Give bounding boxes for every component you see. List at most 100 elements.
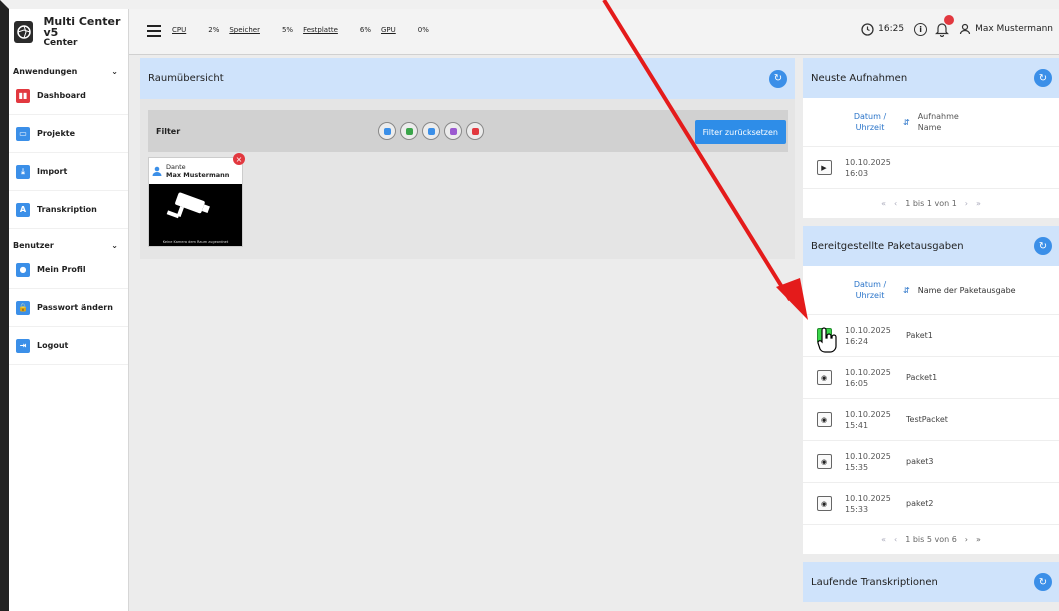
filter-bar: Filter Filter zurücksetzen <box>148 110 788 152</box>
table-row[interactable]: ▶ 10.10.2025 16:03 <box>803 146 1059 188</box>
stat-item: Festplatte 6% <box>303 26 381 34</box>
filter-icons <box>378 122 484 140</box>
sidebar: Anwendungen ⌄ ▮▮ Dashboard ▭ Projekte ⤓ Import A… <box>9 55 129 611</box>
sort-icon[interactable]: ⇵ <box>903 286 910 295</box>
table-row[interactable]: ◉ 10.10.2025 15:33 paket2 <box>803 482 1059 524</box>
table-row[interactable]: ◉ 10.10.2025 15:41 TestPacket <box>803 398 1059 440</box>
row-date: 10.10.2025 15:35 <box>845 451 900 473</box>
column-date-header[interactable]: Datum / Uhrzeit <box>845 111 895 133</box>
refresh-icon[interactable]: ↻ <box>1034 69 1052 87</box>
section-title: Benutzer <box>13 240 54 250</box>
view-icon[interactable]: ◉ <box>816 496 832 511</box>
row-date: 10.10.2025 15:33 <box>845 493 900 515</box>
row-name: paket3 <box>906 457 934 466</box>
table-row[interactable]: ◉ 10.10.2025 15:35 paket3 <box>803 440 1059 482</box>
person-icon <box>152 166 162 176</box>
row-date: 10.10.2025 15:41 <box>845 409 900 431</box>
sidebar-section-header[interactable]: Benutzer ⌄ <box>9 229 128 251</box>
row-name: paket2 <box>906 499 934 508</box>
sidebar-item-transkription[interactable]: A Transkription <box>9 191 128 229</box>
sidebar-item-projekte[interactable]: ▭ Projekte <box>9 115 128 153</box>
table-row[interactable]: ◉ 10.10.2025 16:05 Packet1 <box>803 356 1059 398</box>
row-date-day: 10.10.2025 <box>845 493 891 503</box>
stat-label[interactable]: CPU <box>172 26 186 34</box>
row-action-cell: ◉ <box>803 412 845 427</box>
play-icon[interactable]: ▶ <box>816 160 832 175</box>
user-menu[interactable]: Max Mustermann <box>959 23 1053 35</box>
first-page-button[interactable]: « <box>881 199 886 208</box>
sidebar-section-header[interactable]: Anwendungen ⌄ <box>9 55 128 77</box>
sidebar-item-label: Dashboard <box>37 91 86 100</box>
refresh-icon[interactable]: ↻ <box>1034 237 1052 255</box>
brand[interactable]: Multi Center v5 Center <box>9 9 129 55</box>
sidebar-item-mein-profil[interactable]: ● Mein Profil <box>9 251 128 289</box>
last-page-button[interactable]: » <box>976 535 981 544</box>
clock-icon <box>861 22 874 36</box>
nav-icon: 🔒 <box>16 300 30 315</box>
chevron-down-icon: ⌄ <box>111 66 118 76</box>
row-action-cell: ◉ <box>803 370 845 385</box>
filter-toggle-icon[interactable] <box>400 122 418 140</box>
pager-text: 1 bis 1 von 1 <box>905 199 957 208</box>
column-name-header[interactable]: Aufnahme Name <box>918 111 968 133</box>
filter-toggle-icon[interactable] <box>378 122 396 140</box>
filter-reset-button[interactable]: Filter zurücksetzen <box>694 120 786 144</box>
row-action-cell: ◉ <box>803 454 845 469</box>
stat-label[interactable]: Festplatte <box>303 26 338 34</box>
notification-badge <box>944 15 955 25</box>
row-date-day: 10.10.2025 <box>845 157 891 167</box>
row-date-time: 15:35 <box>845 462 869 472</box>
prev-page-button[interactable]: ‹ <box>894 535 897 544</box>
sidebar-item-import[interactable]: ⤓ Import <box>9 153 128 191</box>
row-date-time: 16:05 <box>845 378 869 388</box>
column-date-header[interactable]: Datum / Uhrzeit <box>845 279 895 301</box>
row-action-cell: ◉ <box>803 328 845 343</box>
sidebar-item-label: Projekte <box>37 129 76 138</box>
packages-header: Bereitgestellte Paketausgaben ↻ <box>803 226 1059 266</box>
sidebar-item-dashboard[interactable]: ▮▮ Dashboard <box>9 77 128 115</box>
stat-label[interactable]: GPU <box>381 26 396 34</box>
sidebar-item-passwort-ändern[interactable]: 🔒 Passwort ändern <box>9 289 128 327</box>
column-name-header[interactable]: Name der Paketausgabe <box>918 286 1016 295</box>
filter-toggle-icon[interactable] <box>466 122 484 140</box>
filter-toggle-icon[interactable] <box>444 122 462 140</box>
next-page-button[interactable]: › <box>965 535 968 544</box>
packages-table-header: Datum / Uhrzeit ⇵ Name der Paketausgabe <box>803 266 1059 314</box>
filter-label: Filter <box>156 126 181 136</box>
chevron-down-icon: ⌄ <box>111 240 118 250</box>
app-logo-icon <box>14 21 34 43</box>
view-icon[interactable]: ◉ <box>816 328 832 343</box>
row-date-time: 16:03 <box>845 168 869 178</box>
room-overview-header: Raumübersicht ↻ <box>140 58 795 99</box>
stat-value: 2% <box>208 26 220 34</box>
next-page-button[interactable]: › <box>965 199 968 208</box>
view-icon[interactable]: ◉ <box>816 454 832 469</box>
first-page-button[interactable]: « <box>881 535 886 544</box>
sidebar-item-logout[interactable]: ⇥ Logout <box>9 327 128 365</box>
prev-page-button[interactable]: ‹ <box>894 199 897 208</box>
view-icon[interactable]: ◉ <box>816 412 832 427</box>
info-icon[interactable]: i <box>914 22 928 36</box>
room-overview-panel: Raumübersicht ↻ Filter Filter zurücksetz… <box>140 58 795 259</box>
close-icon[interactable]: × <box>233 153 245 165</box>
stat-value: 5% <box>281 26 294 34</box>
top-bar: Multi Center v5 Center CPU 2% Speicher 5% Fe… <box>9 9 1059 55</box>
user-name: Max Mustermann <box>975 24 1053 34</box>
refresh-icon[interactable]: ↻ <box>1034 573 1052 591</box>
row-date-time: 15:33 <box>845 504 869 514</box>
nav-icon: A <box>16 202 30 217</box>
view-icon[interactable]: ◉ <box>816 370 832 385</box>
camera-card[interactable]: Dante Max Mustermann × Keine Kamera dem … <box>148 153 245 247</box>
last-page-button[interactable]: » <box>976 199 981 208</box>
table-row[interactable]: ◉ 10.10.2025 16:24 Paket1 <box>803 314 1059 356</box>
menu-toggle-icon[interactable] <box>147 25 161 37</box>
notification-bell-icon[interactable] <box>935 15 955 38</box>
stat-label[interactable]: Speicher <box>229 26 260 34</box>
filter-toggle-icon[interactable] <box>422 122 440 140</box>
sort-icon[interactable]: ⇵ <box>903 118 910 127</box>
row-date-time: 15:41 <box>845 420 869 430</box>
row-name: Packet1 <box>906 373 938 382</box>
stat-value: 6% <box>359 26 371 34</box>
clock-time: 16:25 <box>878 24 905 34</box>
refresh-icon[interactable]: ↻ <box>769 69 787 88</box>
